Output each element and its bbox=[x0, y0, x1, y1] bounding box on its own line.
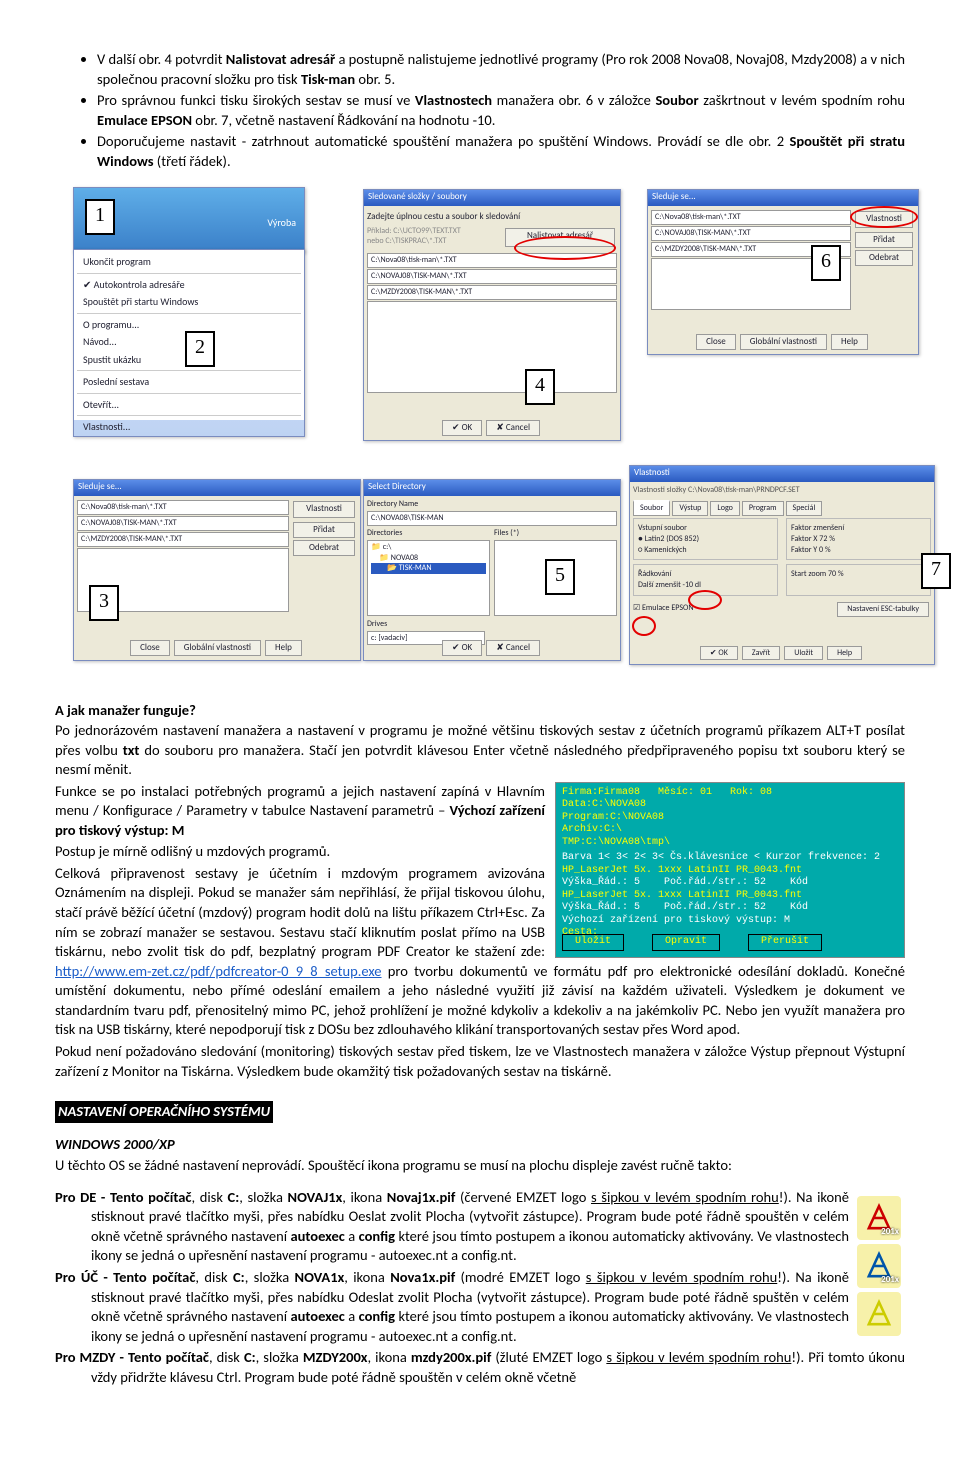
pdfcreator-link[interactable]: http://www.em-zet.cz/pdf/pdfcreator-0_9_… bbox=[55, 962, 382, 980]
bullet-list: V další obr. 4 potvrdit Nalistovat adres… bbox=[55, 50, 905, 171]
num-1: 1 bbox=[85, 199, 115, 235]
dos-screenshot: Firma:Firma08 Měsíc: 01 Rok: 08 Data:C:\… bbox=[555, 782, 905, 958]
screenshot-3: Sleduje se... C:\Nova08\tisk-man\*.TXT C… bbox=[73, 479, 361, 661]
emzet-icon-yellow bbox=[857, 1292, 901, 1336]
os-de: Pro DE - Tento počítač, disk C:, složka … bbox=[55, 1188, 905, 1266]
os-mzdy: Pro MZDY - Tento počítač, disk C:, složk… bbox=[55, 1348, 905, 1387]
screenshot-7: Vlastnosti Vlastnosti složky C:\Nova08\t… bbox=[629, 465, 935, 665]
num-5: 5 bbox=[545, 559, 575, 595]
num-7: 7 bbox=[921, 553, 951, 589]
os-uc: Pro ÚČ - Tento počítač, disk C:, složka … bbox=[55, 1268, 905, 1346]
bullet-3: Doporučujeme nastavit - zatrhnout automa… bbox=[97, 132, 905, 171]
figure-mosaic: Výroba Ukončit program ✔ Autokontrola ad… bbox=[55, 183, 905, 677]
screenshot-6: Sleduje se... C:\Nova08\tisk-man\*.TXT C… bbox=[647, 189, 919, 355]
os-section: NASTAVENÍ OPERAČNÍHO SYSTÉMU WINDOWS 200… bbox=[55, 1101, 905, 1389]
num-2: 2 bbox=[185, 331, 215, 367]
bullet-1: V další obr. 4 potvrdit Nalistovat adres… bbox=[97, 50, 905, 89]
manager-heading: A jak manažer funguje? bbox=[55, 701, 905, 721]
emzet-icon-blue: 201x bbox=[857, 1244, 901, 1288]
manager-p6: Pokud není požadováno sledování (monitor… bbox=[55, 1042, 905, 1081]
num-6: 6 bbox=[811, 245, 841, 281]
os-heading: NASTAVENÍ OPERAČNÍHO SYSTÉMU bbox=[55, 1101, 273, 1123]
num-4: 4 bbox=[525, 369, 555, 405]
red-circle-7b bbox=[632, 616, 656, 636]
manager-section: A jak manažer funguje? Po jednorázovém n… bbox=[55, 701, 905, 1081]
screenshot-4: Sledované složky / soubory Zadejte úplno… bbox=[363, 189, 621, 441]
manager-p1: Po jednorázovém nastavení manažera a nas… bbox=[55, 721, 905, 780]
num-3: 3 bbox=[89, 585, 119, 621]
screenshot-5: Select Directory Directory Name C:\NOVA0… bbox=[363, 479, 621, 661]
emzet-icon-red: 201x bbox=[857, 1196, 901, 1240]
bullet-2: Pro správnou funkci tisku širokých sesta… bbox=[97, 91, 905, 130]
icon-column: 201x 201x bbox=[857, 1192, 905, 1340]
